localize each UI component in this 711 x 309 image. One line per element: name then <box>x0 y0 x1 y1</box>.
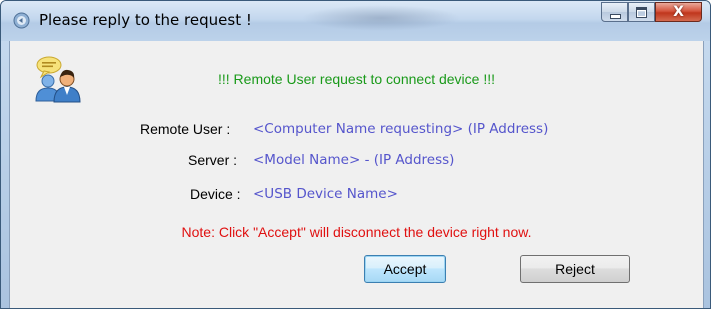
window-controls: X <box>601 2 702 24</box>
minimize-icon <box>610 14 621 19</box>
remote-user-value: <Computer Name requesting> (IP Address) <box>253 121 549 137</box>
request-headline: !!! Remote User request to connect devic… <box>217 71 496 87</box>
title-bar[interactable]: Please reply to the request ! X <box>1 1 710 41</box>
dialog-window: Please reply to the request ! X !!! Remo… <box>0 0 711 309</box>
maximize-icon <box>636 7 647 18</box>
dialog-client-area: !!! Remote User request to connect devic… <box>9 41 704 308</box>
accept-button[interactable]: Accept <box>364 255 446 283</box>
server-value: <Model Name> - (IP Address) <box>253 152 455 168</box>
remote-user-label: Remote User : <box>140 121 231 137</box>
minimize-button[interactable] <box>601 2 628 22</box>
close-button[interactable]: X <box>655 2 702 22</box>
field-row-remote-user: Remote User : <Computer Name requesting>… <box>10 121 703 141</box>
field-row-device: Device : <USB Device Name> <box>10 186 703 206</box>
reject-button[interactable]: Reject <box>520 255 630 283</box>
background-window-title-ghost <box>301 5 461 31</box>
app-title-icon <box>13 12 30 29</box>
maximize-button[interactable] <box>628 2 655 22</box>
device-label: Device : <box>190 186 241 202</box>
device-value: <USB Device Name> <box>253 186 398 202</box>
close-icon: X <box>673 4 684 20</box>
window-title: Please reply to the request ! <box>39 11 252 29</box>
field-row-server: Server : <Model Name> - (IP Address) <box>10 152 703 172</box>
disconnect-warning-note: Note: Click "Accept" will disconnect the… <box>181 224 532 240</box>
server-label: Server : <box>188 152 238 168</box>
